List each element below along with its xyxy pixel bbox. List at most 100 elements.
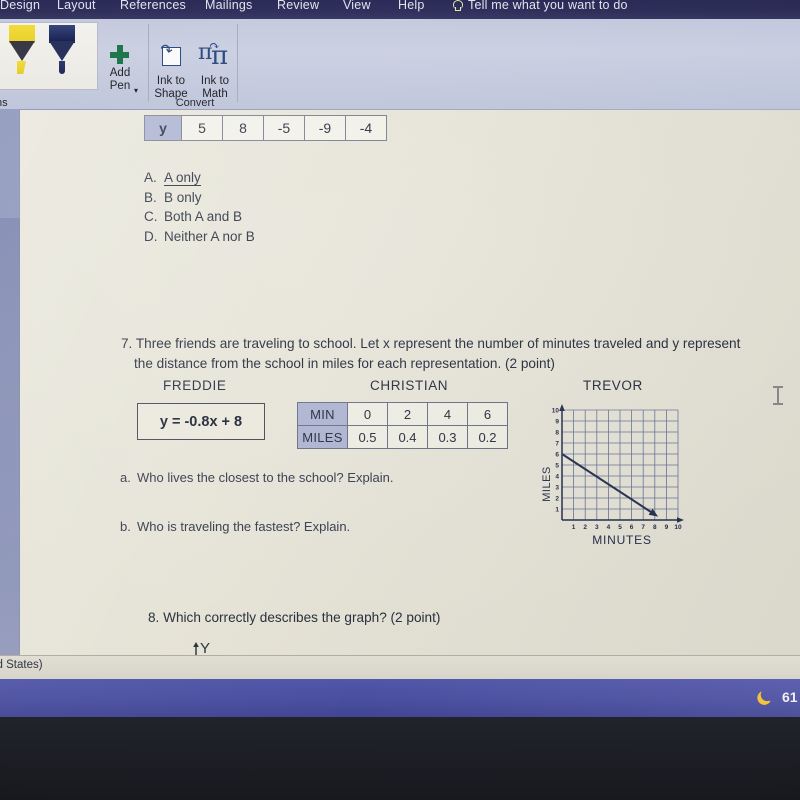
min-cell-2: 2 bbox=[387, 402, 428, 426]
y-values-table: y 5 8 -5 -9 -4 bbox=[144, 115, 387, 141]
blue-pen-icon[interactable] bbox=[49, 25, 75, 77]
question-7b: b. Who is traveling the fastest? Explain. bbox=[120, 519, 350, 534]
question-7-line-1: 7. Three friends are traveling to school… bbox=[121, 336, 741, 351]
tab-design[interactable]: Design bbox=[0, 0, 40, 12]
svg-text:4: 4 bbox=[607, 524, 611, 531]
miles-cell-4: 0.2 bbox=[467, 425, 508, 449]
ink-to-shape-icon: ↷ bbox=[158, 41, 182, 66]
tab-help[interactable]: Help bbox=[398, 0, 425, 12]
pi-icon: π π ↷ bbox=[198, 39, 229, 71]
plus-icon bbox=[110, 45, 129, 64]
answer-choice-b[interactable]: B. B only bbox=[144, 190, 202, 205]
table-row-miles: MILES 0.5 0.4 0.3 0.2 bbox=[297, 425, 508, 449]
tab-review[interactable]: Review bbox=[277, 0, 319, 12]
tab-view[interactable]: View bbox=[343, 0, 371, 12]
svg-text:5: 5 bbox=[555, 462, 559, 469]
graph-y-axis-label: MILES bbox=[541, 466, 553, 502]
min-cell-1: 0 bbox=[347, 402, 388, 426]
table-row: y 5 8 -5 -9 -4 bbox=[144, 115, 387, 141]
svg-text:8: 8 bbox=[555, 429, 559, 436]
table-row-min: MIN 0 2 4 6 bbox=[297, 402, 508, 426]
svg-text:7: 7 bbox=[555, 440, 559, 447]
miles-row-label: MILES bbox=[297, 425, 348, 449]
y-value-cell-4: -9 bbox=[304, 115, 346, 141]
y-value-cell-3: -5 bbox=[263, 115, 305, 141]
svg-text:1: 1 bbox=[572, 524, 576, 531]
svg-text:6: 6 bbox=[555, 451, 559, 458]
answer-choice-c[interactable]: C. Both A and B bbox=[144, 209, 242, 224]
sub-letter-b: b. bbox=[120, 519, 131, 534]
svg-text:4: 4 bbox=[555, 473, 559, 480]
question-8-text: 8. Which correctly describes the graph? … bbox=[148, 610, 441, 625]
choice-text-a: A only bbox=[164, 170, 201, 186]
graph-x-axis-label: MINUTES bbox=[592, 533, 652, 547]
svg-text:9: 9 bbox=[665, 524, 669, 531]
tell-me-search-box[interactable]: Tell me what you want to do bbox=[452, 0, 628, 12]
weather-temperature: 61 bbox=[782, 689, 798, 705]
miles-cell-2: 0.4 bbox=[387, 425, 428, 449]
svg-text:8: 8 bbox=[653, 524, 657, 531]
y-value-cell-2: 8 bbox=[222, 115, 264, 141]
tab-mailings[interactable]: Mailings bbox=[205, 0, 252, 12]
word-status-bar[interactable]: nited States) bbox=[0, 655, 800, 679]
lightbulb-icon bbox=[452, 0, 463, 12]
sub-text-b: Who is traveling the fastest? Explain. bbox=[137, 519, 351, 534]
convert-group-label: Convert bbox=[175, 97, 215, 109]
language-status-label[interactable]: nited States) bbox=[0, 659, 43, 671]
miles-cell-1: 0.5 bbox=[347, 425, 388, 449]
yellow-highlighter-icon[interactable] bbox=[9, 25, 35, 77]
svg-text:10: 10 bbox=[552, 407, 560, 414]
question-7-line-2: the distance from the school in miles fo… bbox=[134, 356, 555, 371]
svg-text:9: 9 bbox=[555, 418, 559, 425]
ribbon-draw-tab: Add Pen ▾ ↷ Ink to Shape π π ↷ Ink to Math… bbox=[0, 19, 800, 109]
christian-data-table: MIN 0 2 4 6 MILES 0.5 0.4 0.3 0.2 bbox=[297, 402, 508, 449]
svg-text:1: 1 bbox=[555, 506, 559, 513]
tab-layout[interactable]: Layout bbox=[57, 0, 96, 12]
ribbon-separator-2 bbox=[237, 24, 238, 102]
tell-me-label: Tell me what you want to do bbox=[468, 0, 628, 12]
sub-text-a: Who lives the closest to the school? Exp… bbox=[137, 470, 394, 485]
y-value-cell-5: -4 bbox=[345, 115, 387, 141]
trevor-line-graph: 1 2 3 4 5 6 7 8 9 10 1 2 3 4 5 6 7 8 9 10 MILES MINUTES bbox=[530, 398, 690, 548]
i-beam-text-cursor bbox=[772, 386, 784, 406]
freddie-equation-box: y = -0.8x + 8 bbox=[137, 403, 265, 440]
y-axis-arrow-icon bbox=[193, 642, 199, 656]
header-christian: CHRISTIAN bbox=[370, 378, 449, 393]
y-header-cell: y bbox=[144, 115, 182, 141]
status-bar-divider bbox=[0, 655, 800, 656]
answer-choice-a[interactable]: A. A only bbox=[144, 170, 201, 186]
svg-text:2: 2 bbox=[583, 524, 587, 531]
svg-text:3: 3 bbox=[595, 524, 599, 531]
windows-taskbar[interactable]: 61 bbox=[0, 679, 800, 717]
chevron-down-icon[interactable]: ▾ bbox=[134, 85, 138, 98]
svg-text:2: 2 bbox=[555, 495, 559, 502]
graph-svg: 1 2 3 4 5 6 7 8 9 1012345678910 MILES MINUTES bbox=[541, 404, 684, 547]
question-7a: a. Who lives the closest to the school? E… bbox=[120, 470, 394, 485]
pen-gallery[interactable] bbox=[0, 22, 98, 90]
svg-text:3: 3 bbox=[555, 484, 559, 491]
svg-text:5: 5 bbox=[618, 524, 622, 531]
document-page[interactable]: y 5 8 -5 -9 -4 A. A only B. B only C. Both … bbox=[20, 110, 800, 658]
choice-letter-b: B. bbox=[144, 190, 157, 205]
min-row-label: MIN bbox=[297, 402, 348, 426]
svg-text:6: 6 bbox=[630, 524, 634, 531]
tab-references[interactable]: References bbox=[120, 0, 186, 12]
choice-letter-a: A. bbox=[144, 170, 157, 185]
freddie-equation-text: y = -0.8x + 8 bbox=[159, 413, 243, 430]
min-cell-4: 6 bbox=[467, 402, 508, 426]
svg-text:7: 7 bbox=[641, 524, 645, 531]
y-value-cell-1: 5 bbox=[181, 115, 223, 141]
ribbon-separator bbox=[148, 24, 149, 102]
crescent-moon-icon[interactable] bbox=[756, 688, 774, 706]
answer-choice-d[interactable]: D. Neither A nor B bbox=[144, 229, 255, 244]
choice-text-d: Neither A nor B bbox=[164, 229, 255, 244]
choice-text-b: B only bbox=[164, 190, 202, 205]
left-group-label: ns bbox=[0, 97, 8, 109]
screen-photo: Design Layout References Mailings Review… bbox=[0, 0, 800, 800]
choice-text-c: Both A and B bbox=[164, 209, 243, 224]
choice-letter-d: D. bbox=[144, 229, 158, 244]
miles-cell-3: 0.3 bbox=[427, 425, 468, 449]
ribbon-tab-bar: Design Layout References Mailings Review… bbox=[0, 0, 800, 19]
document-canvas[interactable]: y 5 8 -5 -9 -4 A. A only B. B only C. Both … bbox=[0, 109, 800, 659]
min-cell-3: 4 bbox=[427, 402, 468, 426]
